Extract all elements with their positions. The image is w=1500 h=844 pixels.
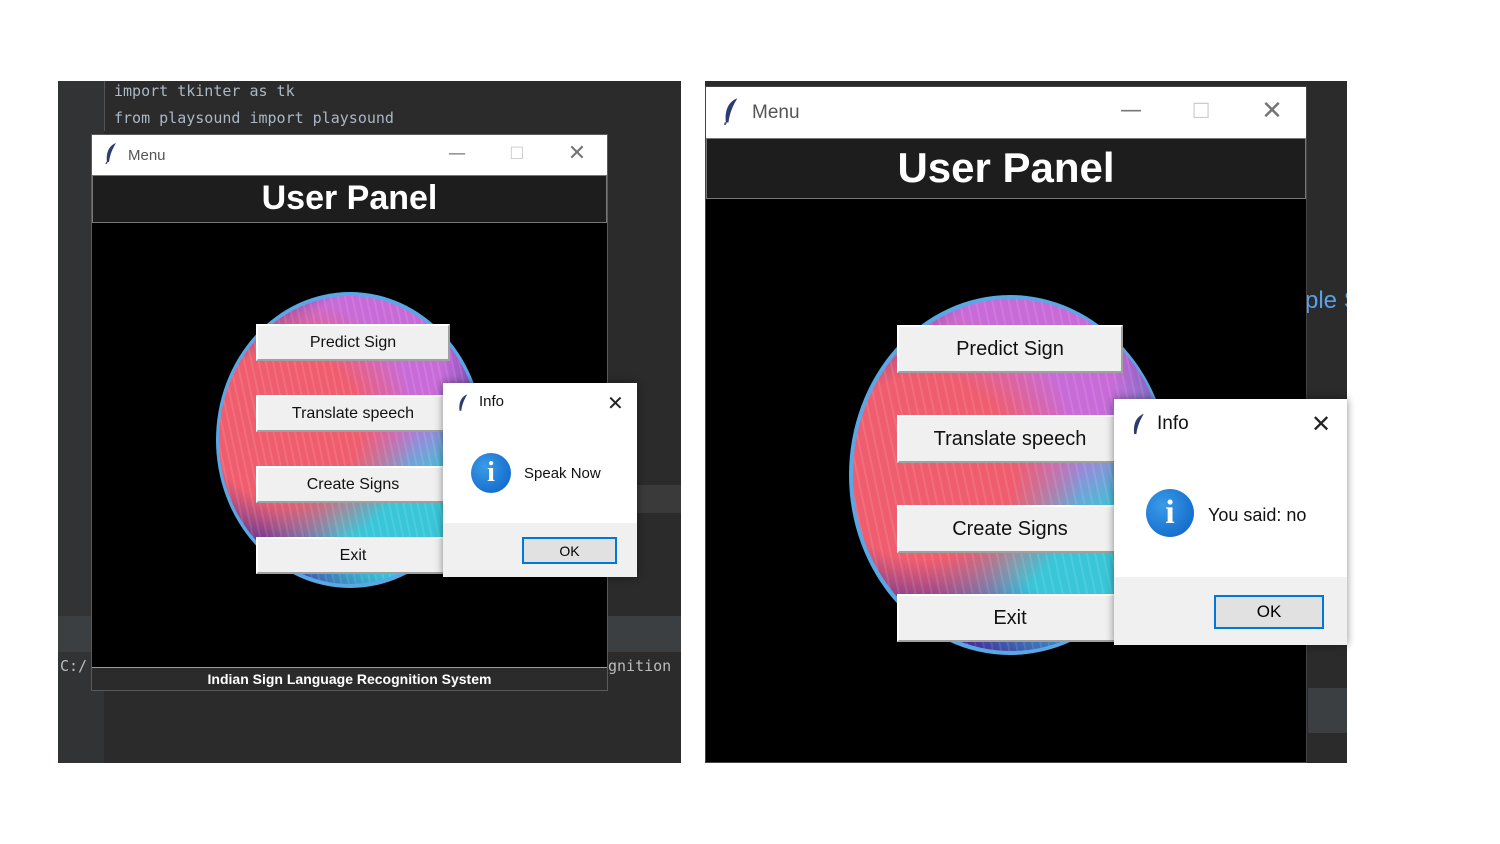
create-signs-button[interactable]: Create Signs — [256, 466, 450, 503]
terminal-text-left: C:/ — [60, 657, 88, 675]
maximize-icon[interactable]: ☐ — [504, 144, 530, 164]
feather-icon — [457, 393, 469, 417]
create-signs-button[interactable]: Create Signs — [897, 505, 1123, 553]
code-line-2: from playsound import playsound — [114, 109, 394, 127]
dialog-title: Info — [1157, 413, 1189, 434]
feather-icon — [722, 97, 740, 129]
info-dialog-right: Info ✕ i You said: no OK — [1114, 399, 1347, 645]
window-title: Menu — [128, 146, 166, 164]
close-icon[interactable]: ✕ — [1311, 410, 1331, 438]
dialog-message: You said: no — [1208, 505, 1307, 525]
panel-header: User Panel — [92, 175, 607, 223]
side-text: ple S — [1305, 287, 1347, 314]
window-title: Menu — [752, 101, 800, 123]
maximize-icon[interactable]: ☐ — [1186, 99, 1216, 123]
ok-button[interactable]: OK — [1214, 595, 1324, 629]
feather-icon — [104, 142, 118, 168]
dialog-message: Speak Now — [524, 465, 601, 482]
predict-sign-button[interactable]: Predict Sign — [256, 324, 450, 361]
editor-band — [1308, 688, 1347, 733]
panel-header: User Panel — [706, 138, 1306, 199]
info-icon: i — [1146, 489, 1194, 537]
dialog-title: Info — [479, 393, 505, 410]
minimize-icon[interactable]: — — [1116, 98, 1146, 123]
exit-button[interactable]: Exit — [256, 537, 450, 574]
ok-button[interactable]: OK — [522, 537, 617, 564]
title-bar: Menu — [706, 87, 1306, 138]
close-icon[interactable]: ✕ — [1257, 96, 1287, 126]
code-line-1: import tkinter as tk — [114, 82, 295, 100]
translate-speech-button[interactable]: Translate speech — [897, 415, 1123, 463]
close-icon[interactable]: ✕ — [564, 141, 590, 166]
minimize-icon[interactable]: — — [444, 143, 470, 164]
feather-icon — [1131, 412, 1146, 441]
exit-button[interactable]: Exit — [897, 594, 1123, 642]
close-icon[interactable]: ✕ — [607, 391, 624, 415]
info-dialog-left: Info ✕ i Speak Now OK — [443, 383, 637, 577]
terminal-text-right: gnition — [608, 657, 672, 675]
translate-speech-button[interactable]: Translate speech — [256, 395, 450, 432]
gutter-divider — [104, 81, 105, 131]
predict-sign-button[interactable]: Predict Sign — [897, 325, 1123, 373]
info-icon: i — [471, 453, 511, 493]
footer-label: Indian Sign Language Recognition System — [92, 667, 607, 690]
